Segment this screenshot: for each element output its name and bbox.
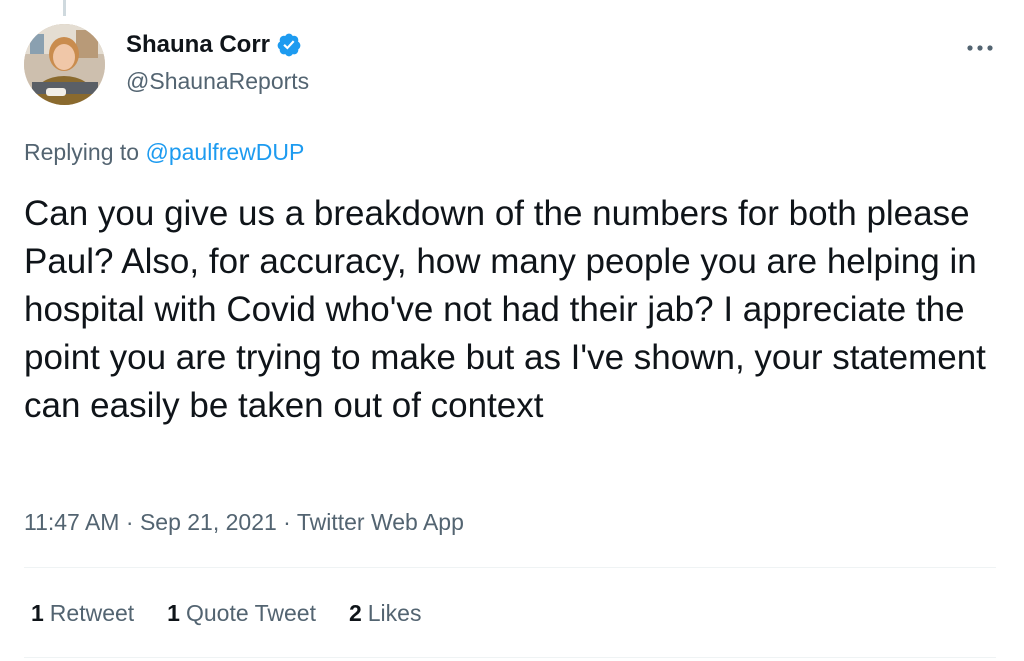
replying-to-line: Replying to @paulfrewDUP — [24, 139, 304, 166]
divider — [24, 657, 996, 658]
likes-label: Likes — [367, 600, 422, 626]
quote-tweets-stat[interactable]: 1 Quote Tweet — [167, 600, 316, 627]
profile-photo — [24, 24, 105, 105]
replying-to-label: Replying to — [24, 139, 140, 165]
meta-separator: · — [283, 509, 291, 535]
meta-separator: · — [125, 509, 134, 535]
tweet-text: Can you give us a breakdown of the numbe… — [24, 194, 986, 425]
avatar[interactable] — [24, 24, 105, 105]
retweets-stat[interactable]: 1 Retweet — [31, 600, 134, 627]
quotes-label: Quote Tweet — [185, 600, 316, 626]
divider — [24, 567, 996, 568]
retweets-count: 1 — [31, 600, 44, 626]
author-name-row[interactable]: Shauna Corr — [126, 31, 302, 59]
tweet-metadata: 11:47 AM · Sep 21, 2021 · Twitter Web Ap… — [24, 509, 464, 536]
tweet-timestamp-link[interactable]: 11:47 AM — [24, 509, 119, 535]
tweet-date-link[interactable]: Sep 21, 2021 — [140, 509, 277, 535]
reply-target-link[interactable]: @paulfrewDUP — [145, 139, 304, 165]
author-display-name[interactable]: Shauna Corr — [126, 31, 270, 59]
author-handle[interactable]: @ShaunaReports — [126, 68, 309, 95]
retweets-label: Retweet — [49, 600, 135, 626]
more-options-icon[interactable] — [962, 36, 998, 60]
engagement-stats: 1 Retweet 1 Quote Tweet 2 Likes — [31, 600, 454, 627]
verified-badge-icon — [277, 33, 301, 57]
quotes-count: 1 — [167, 600, 180, 626]
likes-stat[interactable]: 2 Likes — [349, 600, 422, 627]
thread-connector-line — [63, 0, 66, 16]
tweet-source-link[interactable]: Twitter Web App — [297, 509, 464, 535]
likes-count: 2 — [348, 600, 362, 626]
